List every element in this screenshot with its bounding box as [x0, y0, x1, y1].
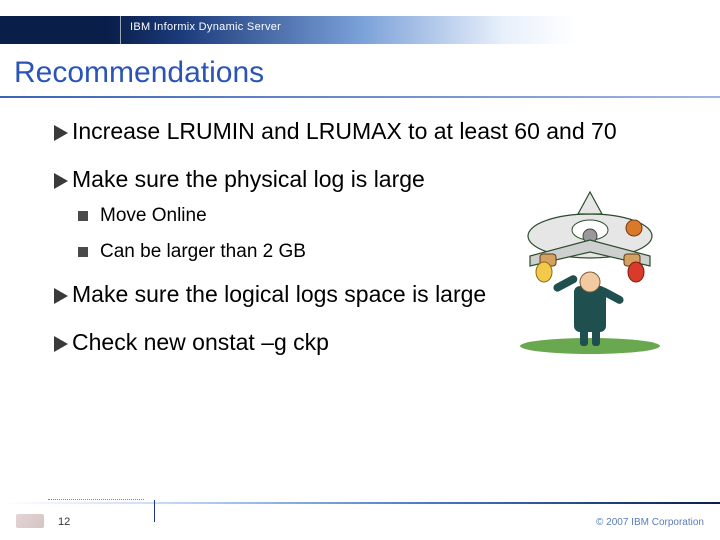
slide-title: Recommendations [14, 56, 264, 90]
header-divider [120, 16, 121, 44]
footer-divider [154, 500, 155, 522]
bullet-text: Increase LRUMIN and LRUMAX to at least 6… [72, 118, 617, 144]
clipart-marshaller [500, 186, 680, 356]
triangle-bullet-icon [52, 334, 72, 354]
triangle-bullet-icon [52, 286, 72, 306]
footer-line [0, 502, 720, 504]
title-underline [0, 96, 720, 98]
footer-logo [16, 514, 44, 528]
ibm-logo [660, 18, 702, 34]
bullet-text: Check new onstat –g ckp [72, 329, 329, 355]
triangle-bullet-icon [52, 123, 72, 143]
footer-dash [48, 499, 144, 500]
sub-bullet-text: Move Online [100, 205, 207, 227]
square-bullet-icon [78, 211, 88, 221]
sub-bullet-text: Can be larger than 2 GB [100, 241, 306, 263]
copyright: © 2007 IBM Corporation [596, 517, 704, 528]
header-product: IBM Informix Dynamic Server [130, 21, 281, 33]
bullet-1: Increase LRUMIN and LRUMAX to at least 6… [52, 118, 690, 144]
triangle-bullet-icon [52, 171, 72, 191]
bullet-text: Make sure the logical logs space is larg… [72, 281, 486, 307]
bullet-text: Make sure the physical log is large [72, 166, 425, 192]
page-number: 12 [58, 516, 70, 528]
header-bar: IBM Informix Dynamic Server [0, 16, 720, 44]
square-bullet-icon [78, 247, 88, 257]
